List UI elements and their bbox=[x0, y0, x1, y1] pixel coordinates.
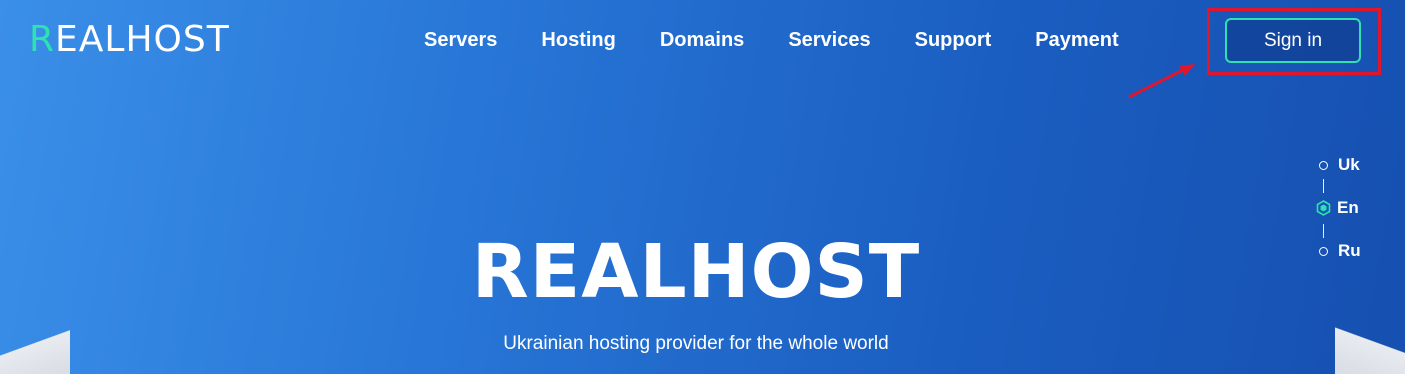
language-option-uk[interactable]: Uk bbox=[1316, 154, 1360, 176]
annotation-arrow-icon bbox=[1128, 64, 1195, 99]
site-logo[interactable]: R EALHOST bbox=[29, 20, 230, 60]
signin-button[interactable]: Sign in bbox=[1225, 18, 1361, 63]
main-nav: Servers Hosting Domains Services Support… bbox=[424, 26, 1119, 54]
nav-item-domains[interactable]: Domains bbox=[660, 26, 744, 54]
nav-item-services[interactable]: Services bbox=[788, 26, 870, 54]
hero-subtitle: Ukrainian hosting provider for the whole… bbox=[503, 333, 889, 354]
language-label: En bbox=[1337, 198, 1359, 217]
nav-item-hosting[interactable]: Hosting bbox=[541, 26, 615, 54]
language-option-en[interactable]: En bbox=[1316, 197, 1359, 219]
nav-item-support[interactable]: Support bbox=[915, 26, 992, 54]
logo-accent-letter: R bbox=[29, 19, 56, 60]
active-language-hexagon-icon bbox=[1316, 200, 1331, 216]
nav-item-payment[interactable]: Payment bbox=[1035, 26, 1118, 54]
hero-title: REALHOST bbox=[471, 229, 921, 315]
logo-text: EALHOST bbox=[55, 19, 230, 60]
language-connector-line bbox=[1323, 179, 1324, 193]
language-label: Uk bbox=[1338, 155, 1360, 174]
nav-item-servers[interactable]: Servers bbox=[424, 26, 497, 54]
language-dot-icon bbox=[1319, 160, 1328, 170]
